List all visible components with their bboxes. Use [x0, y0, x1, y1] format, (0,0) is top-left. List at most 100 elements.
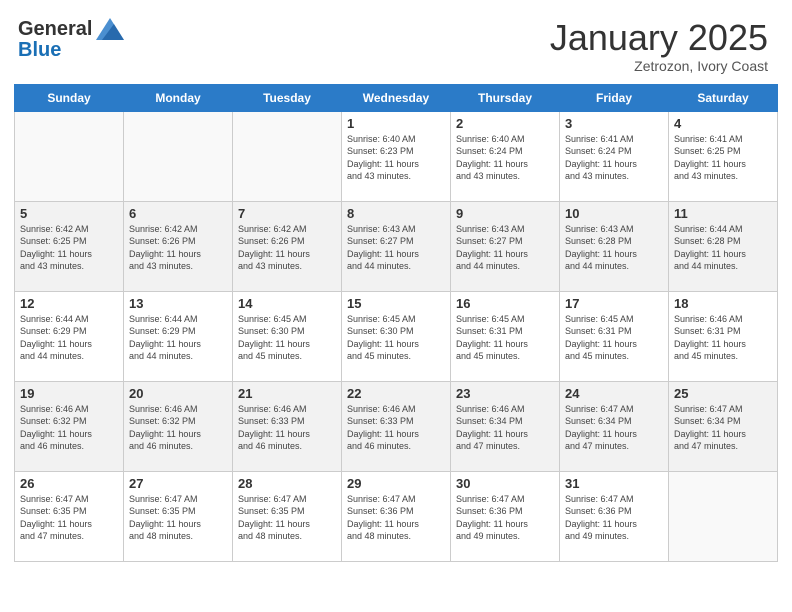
day-number: 28 — [238, 476, 336, 491]
day-info: Sunrise: 6:42 AMSunset: 6:26 PMDaylight:… — [129, 223, 227, 273]
logo-icon — [96, 18, 124, 40]
day-info: Sunrise: 6:47 AMSunset: 6:36 PMDaylight:… — [347, 493, 445, 543]
day-info: Sunrise: 6:44 AMSunset: 6:29 PMDaylight:… — [20, 313, 118, 363]
day-info: Sunrise: 6:47 AMSunset: 6:35 PMDaylight:… — [238, 493, 336, 543]
day-cell-18: 18 Sunrise: 6:46 AMSunset: 6:31 PMDayligh… — [669, 291, 778, 381]
day-number: 20 — [129, 386, 227, 401]
day-cell-17: 17 Sunrise: 6:45 AMSunset: 6:31 PMDayligh… — [560, 291, 669, 381]
month-title: January 2025 — [550, 18, 768, 58]
day-info: Sunrise: 6:43 AMSunset: 6:28 PMDaylight:… — [565, 223, 663, 273]
day-info: Sunrise: 6:40 AMSunset: 6:24 PMDaylight:… — [456, 133, 554, 183]
day-cell-11: 11 Sunrise: 6:44 AMSunset: 6:28 PMDayligh… — [669, 201, 778, 291]
day-header-monday: Monday — [124, 84, 233, 111]
day-cell-31: 31Sunrise: 6:47 AMSunset: 6:36 PMDayligh… — [560, 471, 669, 561]
day-number: 27 — [129, 476, 227, 491]
day-number: 9 — [456, 206, 554, 221]
header: General Blue January 2025 Zetrozon, Ivor… — [0, 0, 792, 84]
day-info: Sunrise: 6:46 AMSunset: 6:32 PMDaylight:… — [20, 403, 118, 453]
day-number: 19 — [20, 386, 118, 401]
day-info: Sunrise: 6:44 AMSunset: 6:29 PMDaylight:… — [129, 313, 227, 363]
logo-blue-text: Blue — [18, 40, 61, 60]
day-number: 29 — [347, 476, 445, 491]
day-info: Sunrise: 6:42 AMSunset: 6:25 PMDaylight:… — [20, 223, 118, 273]
day-info: Sunrise: 6:47 AMSunset: 6:36 PMDaylight:… — [565, 493, 663, 543]
day-info: Sunrise: 6:40 AMSunset: 6:23 PMDaylight:… — [347, 133, 445, 183]
day-info: Sunrise: 6:44 AMSunset: 6:28 PMDaylight:… — [674, 223, 772, 273]
day-info: Sunrise: 6:43 AMSunset: 6:27 PMDaylight:… — [456, 223, 554, 273]
day-cell-15: 15Sunrise: 6:45 AMSunset: 6:30 PMDayligh… — [342, 291, 451, 381]
day-info: Sunrise: 6:41 AMSunset: 6:25 PMDaylight:… — [674, 133, 772, 183]
day-number: 17 — [565, 296, 663, 311]
day-info: Sunrise: 6:46 AMSunset: 6:33 PMDaylight:… — [347, 403, 445, 453]
day-cell-13: 13 Sunrise: 6:44 AMSunset: 6:29 PMDayligh… — [124, 291, 233, 381]
week-row-3: 12 Sunrise: 6:44 AMSunset: 6:29 PMDayligh… — [15, 291, 778, 381]
day-number: 2 — [456, 116, 554, 131]
day-number: 3 — [565, 116, 663, 131]
day-number: 13 — [129, 296, 227, 311]
day-cell-7: 7Sunrise: 6:42 AMSunset: 6:26 PMDaylight… — [233, 201, 342, 291]
day-cell-1: 1 Sunrise: 6:40 AMSunset: 6:23 PMDaylight… — [342, 111, 451, 201]
day-number: 8 — [347, 206, 445, 221]
day-cell-29: 29 Sunrise: 6:47 AMSunset: 6:36 PMDayligh… — [342, 471, 451, 561]
day-cell-27: 27 Sunrise: 6:47 AMSunset: 6:35 PMDayligh… — [124, 471, 233, 561]
day-cell-6: 6Sunrise: 6:42 AMSunset: 6:26 PMDaylight… — [124, 201, 233, 291]
day-number: 16 — [456, 296, 554, 311]
day-info: Sunrise: 6:46 AMSunset: 6:33 PMDaylight:… — [238, 403, 336, 453]
logo-general-text: General — [18, 19, 92, 39]
logo-blue-text-area: Blue — [18, 40, 61, 60]
day-cell-4: 4Sunrise: 6:41 AMSunset: 6:25 PMDaylight… — [669, 111, 778, 201]
day-header-saturday: Saturday — [669, 84, 778, 111]
week-row-4: 19 Sunrise: 6:46 AMSunset: 6:32 PMDayligh… — [15, 381, 778, 471]
day-cell-8: 8 Sunrise: 6:43 AMSunset: 6:27 PMDaylight… — [342, 201, 451, 291]
day-info: Sunrise: 6:47 AMSunset: 6:34 PMDaylight:… — [674, 403, 772, 453]
day-header-row: SundayMondayTuesdayWednesdayThursdayFrid… — [15, 84, 778, 111]
day-cell-26: 26Sunrise: 6:47 AMSunset: 6:35 PMDayligh… — [15, 471, 124, 561]
day-info: Sunrise: 6:42 AMSunset: 6:26 PMDaylight:… — [238, 223, 336, 273]
week-row-1: 1 Sunrise: 6:40 AMSunset: 6:23 PMDaylight… — [15, 111, 778, 201]
day-cell-16: 16Sunrise: 6:45 AMSunset: 6:31 PMDayligh… — [451, 291, 560, 381]
day-number: 11 — [674, 206, 772, 221]
day-info: Sunrise: 6:47 AMSunset: 6:35 PMDaylight:… — [129, 493, 227, 543]
day-number: 14 — [238, 296, 336, 311]
location-subtitle: Zetrozon, Ivory Coast — [550, 58, 768, 74]
title-area: January 2025 Zetrozon, Ivory Coast — [550, 18, 768, 74]
day-cell-9: 9 Sunrise: 6:43 AMSunset: 6:27 PMDaylight… — [451, 201, 560, 291]
day-header-thursday: Thursday — [451, 84, 560, 111]
day-number: 1 — [347, 116, 445, 131]
day-number: 21 — [238, 386, 336, 401]
day-header-sunday: Sunday — [15, 84, 124, 111]
week-row-5: 26Sunrise: 6:47 AMSunset: 6:35 PMDayligh… — [15, 471, 778, 561]
day-cell-2: 2 Sunrise: 6:40 AMSunset: 6:24 PMDaylight… — [451, 111, 560, 201]
day-info: Sunrise: 6:45 AMSunset: 6:30 PMDaylight:… — [238, 313, 336, 363]
logo: General — [18, 18, 124, 40]
day-info: Sunrise: 6:47 AMSunset: 6:34 PMDaylight:… — [565, 403, 663, 453]
day-cell-20: 20 Sunrise: 6:46 AMSunset: 6:32 PMDayligh… — [124, 381, 233, 471]
day-number: 12 — [20, 296, 118, 311]
day-cell-10: 10 Sunrise: 6:43 AMSunset: 6:28 PMDayligh… — [560, 201, 669, 291]
page: General Blue January 2025 Zetrozon, Ivor… — [0, 0, 792, 612]
day-cell-25: 25Sunrise: 6:47 AMSunset: 6:34 PMDayligh… — [669, 381, 778, 471]
day-number: 18 — [674, 296, 772, 311]
day-info: Sunrise: 6:46 AMSunset: 6:32 PMDaylight:… — [129, 403, 227, 453]
day-number: 24 — [565, 386, 663, 401]
day-cell-30: 30Sunrise: 6:47 AMSunset: 6:36 PMDayligh… — [451, 471, 560, 561]
week-row-2: 5 Sunrise: 6:42 AMSunset: 6:25 PMDaylight… — [15, 201, 778, 291]
day-cell-21: 21 Sunrise: 6:46 AMSunset: 6:33 PMDayligh… — [233, 381, 342, 471]
day-number: 5 — [20, 206, 118, 221]
logo-area: General Blue — [18, 18, 124, 60]
day-info: Sunrise: 6:41 AMSunset: 6:24 PMDaylight:… — [565, 133, 663, 183]
day-number: 10 — [565, 206, 663, 221]
day-number: 23 — [456, 386, 554, 401]
day-cell-24: 24 Sunrise: 6:47 AMSunset: 6:34 PMDayligh… — [560, 381, 669, 471]
day-number: 15 — [347, 296, 445, 311]
day-cell-12: 12 Sunrise: 6:44 AMSunset: 6:29 PMDayligh… — [15, 291, 124, 381]
day-cell-empty-0-2 — [233, 111, 342, 201]
day-number: 22 — [347, 386, 445, 401]
day-cell-5: 5 Sunrise: 6:42 AMSunset: 6:25 PMDaylight… — [15, 201, 124, 291]
day-info: Sunrise: 6:45 AMSunset: 6:31 PMDaylight:… — [565, 313, 663, 363]
day-header-friday: Friday — [560, 84, 669, 111]
day-cell-22: 22 Sunrise: 6:46 AMSunset: 6:33 PMDayligh… — [342, 381, 451, 471]
day-cell-14: 14 Sunrise: 6:45 AMSunset: 6:30 PMDayligh… — [233, 291, 342, 381]
day-info: Sunrise: 6:43 AMSunset: 6:27 PMDaylight:… — [347, 223, 445, 273]
day-info: Sunrise: 6:46 AMSunset: 6:31 PMDaylight:… — [674, 313, 772, 363]
